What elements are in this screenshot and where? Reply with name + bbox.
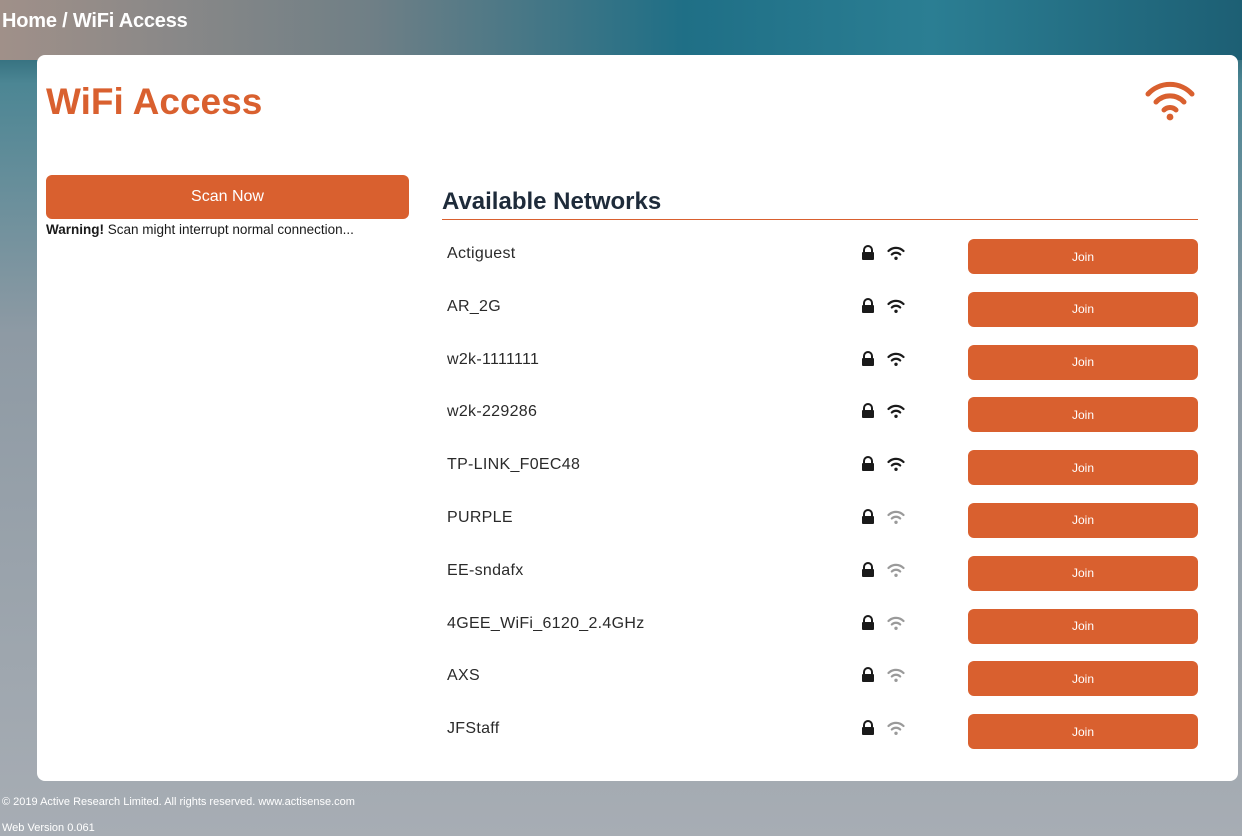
network-row: JFStaff Join [442,710,1198,763]
breadcrumb-current: WiFi Access [72,10,188,32]
join-button[interactable]: Join [968,661,1198,697]
signal-strength-icon [887,299,905,313]
network-row: EE-sndafx Join [442,552,1198,605]
lock-icon [862,297,874,313]
join-button[interactable]: Join [968,502,1198,538]
signal-strength-icon [887,405,905,419]
network-row: AR_2G Join [442,288,1198,341]
network-row: PURPLE Join [442,499,1198,552]
network-ssid: JFStaff [447,720,500,738]
wifi-icon [1145,81,1195,121]
lock-icon [862,720,874,736]
scan-now-button[interactable]: Scan Now [46,175,409,219]
join-button[interactable]: Join [968,291,1198,327]
signal-strength-icon [887,510,905,524]
join-button[interactable]: Join [968,344,1198,380]
lock-icon [862,509,874,524]
signal-strength-icon [887,721,905,736]
signal-strength-icon [887,616,905,630]
warning-label: Warning! [46,222,104,237]
lock-icon [862,456,874,472]
breadcrumb-separator: / [62,10,68,32]
signal-strength-icon [887,669,905,683]
join-button[interactable]: Join [968,397,1198,433]
network-ssid: AXS [447,667,480,685]
network-ssid: AR_2G [447,297,501,315]
signal-strength-icon [887,352,905,366]
network-row: AXS Join [442,657,1198,710]
join-button[interactable]: Join [968,450,1198,486]
available-networks-heading: Available Networks [442,188,662,215]
network-row: Actiguest Join [442,235,1198,288]
join-button[interactable]: Join [968,608,1198,644]
network-row: w2k-1111111 Join [442,341,1198,394]
lock-icon [862,350,874,366]
lock-icon [862,245,874,260]
breadcrumb-home-link[interactable]: Home [2,10,57,32]
warning-text: Scan might interrupt normal connection..… [107,222,354,237]
network-ssid: TP-LINK_F0EC48 [447,456,581,474]
join-button[interactable]: Join [968,555,1198,591]
lock-icon [862,667,874,683]
join-button[interactable]: Join [968,714,1198,750]
footer-version: Web Version 0.061 [2,822,95,834]
network-ssid: w2k-1111111 [447,350,540,368]
network-ssid: EE-sndafx [447,561,524,579]
network-list: Actiguest Join AR_2G Join w2k-1111111 Jo… [442,235,1198,763]
network-ssid: w2k-229286 [447,403,538,421]
signal-strength-icon [887,246,905,260]
network-row: TP-LINK_F0EC48 Join [442,446,1198,499]
lock-icon [862,403,874,419]
signal-strength-icon [887,458,905,472]
network-ssid: PURPLE [447,508,513,526]
join-button[interactable]: Join [968,239,1198,274]
scan-warning: Warning! Scan might interrupt normal con… [46,222,354,237]
signal-strength-icon [887,563,905,577]
breadcrumb: Home / WiFi Access [2,10,188,33]
network-row: w2k-229286 Join [442,393,1198,446]
lock-icon [862,614,874,630]
footer-copyright: © 2019 Active Research Limited. All righ… [2,796,355,808]
networks-divider [442,219,1198,220]
network-ssid: Actiguest [447,245,516,262]
network-row: 4GEE_WiFi_6120_2.4GHz Join [442,605,1198,658]
main-card: WiFi Access Scan Now Warning! Scan might… [37,55,1238,781]
network-ssid: 4GEE_WiFi_6120_2.4GHz [447,614,645,632]
page-title: WiFi Access [46,81,263,122]
lock-icon [862,561,874,577]
